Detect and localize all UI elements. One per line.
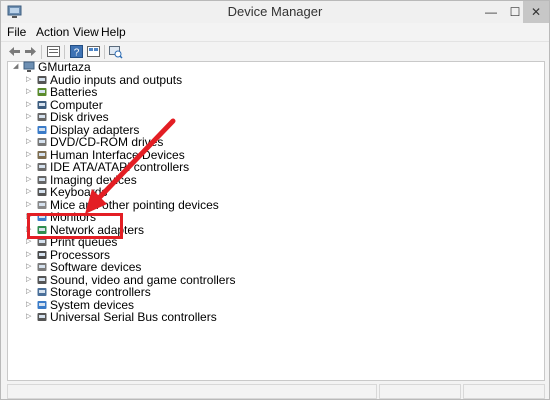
back-arrow-icon[interactable] — [7, 44, 22, 59]
tree-item-label: Disk drives — [50, 110, 109, 124]
menu-view[interactable]: View — [73, 24, 99, 40]
tree-item[interactable]: ▷ IDE ATA/ATAPI controllers — [26, 161, 206, 173]
status-cell — [463, 384, 545, 399]
tree-item[interactable]: ▷ Software devices — [26, 261, 206, 273]
expand-triangle-icon[interactable]: ▷ — [26, 124, 34, 136]
close-button[interactable]: ✕ — [523, 1, 549, 23]
expand-triangle-icon[interactable]: ▷ — [26, 74, 34, 86]
tree-item[interactable]: ▷ Audio inputs and outputs — [26, 74, 206, 86]
highlight-box — [27, 213, 123, 239]
expand-triangle-icon[interactable]: ▷ — [26, 299, 34, 311]
toolbar-separator — [41, 45, 42, 59]
tree-item[interactable]: ▷ Universal Serial Bus controllers — [26, 311, 217, 323]
view-icon[interactable] — [86, 44, 101, 59]
expand-triangle-icon[interactable]: ▷ — [26, 111, 34, 123]
menu-file[interactable]: File — [7, 24, 26, 40]
tree-item-label: Sound, video and game controllers — [50, 272, 236, 287]
tree-item[interactable]: ▷ Imaging devices — [26, 174, 206, 186]
tree-item-label: IDE ATA/ATAPI controllers — [50, 160, 190, 174]
expand-triangle-icon[interactable]: ▷ — [26, 199, 34, 211]
keyboard-icon — [37, 188, 47, 196]
tree-item[interactable]: ▷ Storage controllers — [26, 286, 206, 298]
forward-arrow-icon[interactable] — [23, 44, 38, 59]
expand-triangle-icon[interactable]: ▷ — [26, 311, 34, 323]
display-icon — [37, 125, 47, 134]
status-cell — [379, 384, 461, 399]
tree-item-label: Processors — [50, 247, 111, 262]
hid-icon — [37, 150, 47, 159]
expand-triangle-icon[interactable]: ▷ — [26, 149, 34, 161]
tree-item-label: Batteries — [50, 85, 98, 99]
collapse-triangle-icon[interactable]: ◢ — [13, 61, 21, 73]
expand-triangle-icon[interactable]: ▷ — [26, 274, 34, 286]
tree-item[interactable]: ▷ DVD/CD-ROM drives — [26, 136, 206, 148]
camera-icon — [37, 175, 47, 184]
tree-item[interactable]: ▷ Batteries — [26, 86, 206, 98]
tree-item-label: Universal Serial Bus controllers — [50, 310, 217, 324]
toolbar-separator — [64, 45, 65, 59]
system-icon — [37, 300, 47, 309]
status-bar — [1, 382, 549, 399]
sound-icon — [37, 275, 47, 284]
properties-icon[interactable] — [46, 44, 61, 59]
tree-item[interactable]: ▷ Keyboards — [26, 186, 206, 198]
scan-hardware-icon[interactable] — [108, 44, 123, 59]
tree-root-label: GMurtaza — [38, 60, 91, 74]
software-icon — [37, 263, 47, 271]
computer-icon — [37, 100, 47, 109]
tree-item-label: Audio inputs and outputs — [50, 72, 183, 87]
tree-item-label: Keyboards — [50, 185, 108, 199]
tree-item-label: System devices — [50, 297, 135, 312]
expand-triangle-icon[interactable]: ▷ — [26, 99, 34, 111]
dvd-icon — [37, 138, 47, 146]
status-cell — [7, 384, 377, 399]
processor-icon — [37, 250, 47, 259]
expand-triangle-icon[interactable]: ▷ — [26, 261, 34, 273]
tree-item[interactable]: ▷ Sound, video and game controllers — [26, 274, 235, 286]
usb-icon — [37, 313, 47, 321]
expand-triangle-icon[interactable]: ▷ — [26, 186, 34, 198]
tree-item-label: Storage controllers — [50, 285, 151, 299]
ide-icon — [37, 163, 47, 171]
disk-icon — [37, 113, 47, 121]
tree-item[interactable]: ▷ Processors — [26, 249, 206, 261]
mouse-icon — [37, 200, 47, 209]
minimize-button[interactable]: — — [479, 1, 503, 23]
tree-item-label: DVD/CD-ROM drives — [50, 135, 164, 149]
battery-icon — [37, 88, 47, 96]
menu-action[interactable]: Action — [36, 24, 69, 40]
expand-triangle-icon[interactable]: ▷ — [26, 86, 34, 98]
tree-item-label: Imaging devices — [50, 172, 137, 187]
computer-icon — [23, 61, 35, 72]
expand-triangle-icon[interactable]: ▷ — [26, 136, 34, 148]
expand-triangle-icon[interactable]: ▷ — [26, 174, 34, 186]
menu-bar: File Action View Help — [1, 23, 549, 41]
tree-item-label: Software devices — [50, 260, 142, 274]
storage-icon — [37, 288, 47, 296]
svg-text:?: ? — [74, 48, 80, 59]
tree-root[interactable]: ◢ GMurtaza — [13, 61, 133, 73]
tree-item-label: Mice and other pointing devices — [50, 197, 219, 212]
tree-item-label: Display adapters — [50, 122, 140, 137]
window-title: Device Manager — [227, 4, 323, 19]
toolbar: ? — [1, 41, 549, 62]
tree-item-label: Computer — [50, 97, 103, 112]
tree-item[interactable]: ▷ Display adapters — [26, 124, 206, 136]
menu-help[interactable]: Help — [101, 24, 126, 40]
expand-triangle-icon[interactable]: ▷ — [26, 161, 34, 173]
speaker-icon — [37, 75, 47, 84]
tree-item[interactable]: ▷ Disk drives — [26, 111, 206, 123]
tree-item[interactable]: ▷ Computer — [26, 99, 206, 111]
help-icon[interactable]: ? — [69, 44, 84, 59]
tree-item-label: Human Interface Devices — [50, 147, 185, 162]
title-bar[interactable]: Device Manager — ☐ ✕ — [1, 1, 549, 23]
tree-item[interactable]: ▷ Mice and other pointing devices — [26, 199, 219, 211]
tree-item[interactable]: ▷ System devices — [26, 299, 206, 311]
expand-triangle-icon[interactable]: ▷ — [26, 249, 34, 261]
tree-item[interactable]: ▷ Human Interface Devices — [26, 149, 206, 161]
toolbar-separator — [104, 45, 105, 59]
expand-triangle-icon[interactable]: ▷ — [26, 286, 34, 298]
